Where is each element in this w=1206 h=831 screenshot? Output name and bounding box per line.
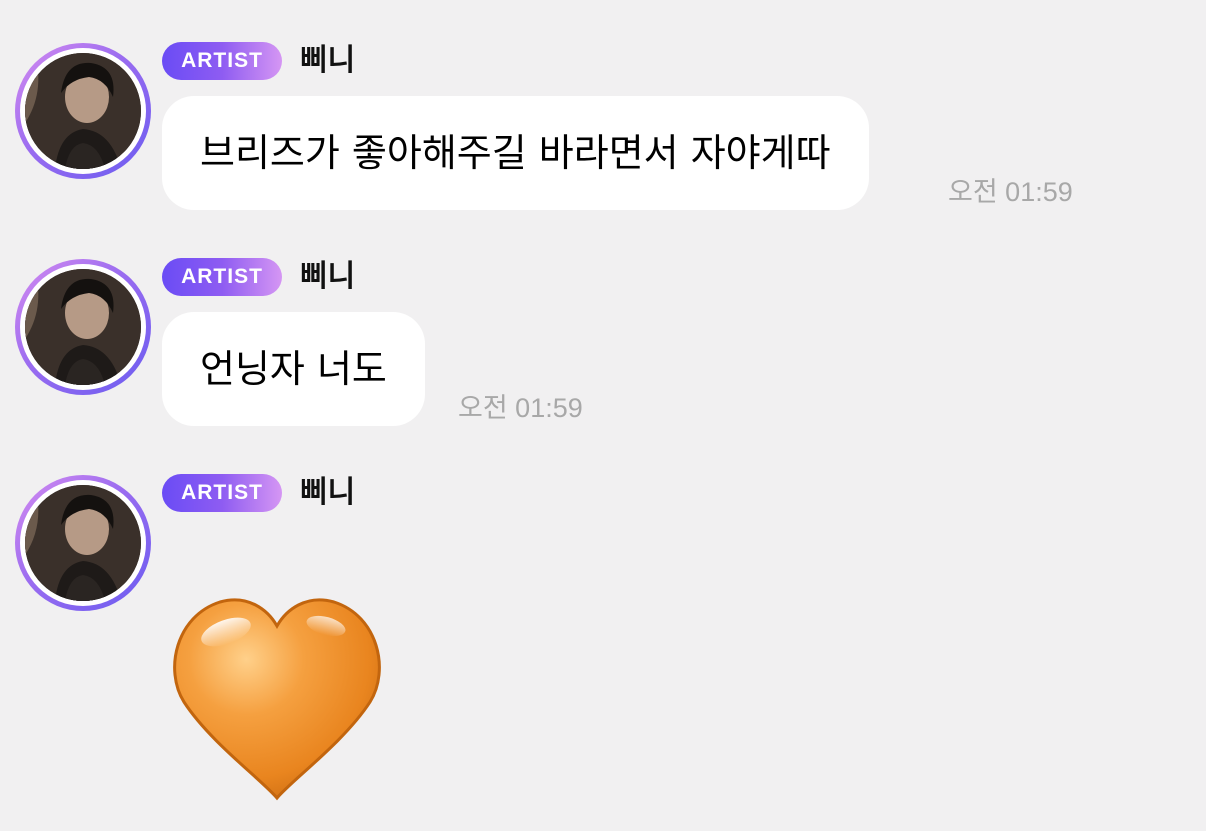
avatar-photo	[25, 485, 141, 601]
sender-name[interactable]: 삐니	[300, 473, 355, 513]
sender-name[interactable]: 삐니	[300, 257, 355, 297]
avatar-photo	[25, 53, 141, 169]
avatar-photo	[25, 269, 141, 385]
sender-name[interactable]: 삐니	[300, 41, 355, 81]
artist-avatar[interactable]	[15, 475, 151, 611]
artist-avatar[interactable]	[15, 259, 151, 395]
artist-avatar[interactable]	[15, 43, 151, 179]
artist-badge: ARTIST	[162, 474, 282, 512]
artist-badge: ARTIST	[162, 42, 282, 80]
message-bubble[interactable]: 언닝자 너도	[162, 312, 425, 426]
message-bubble[interactable]: 브리즈가 좋아해주길 바라면서 자야게따	[162, 96, 869, 210]
message-timestamp: 오전 01:59	[458, 393, 583, 423]
message-timestamp: 오전 01:59	[948, 177, 1073, 207]
artist-badge: ARTIST	[162, 258, 282, 296]
orange-heart-icon[interactable]	[170, 592, 384, 806]
